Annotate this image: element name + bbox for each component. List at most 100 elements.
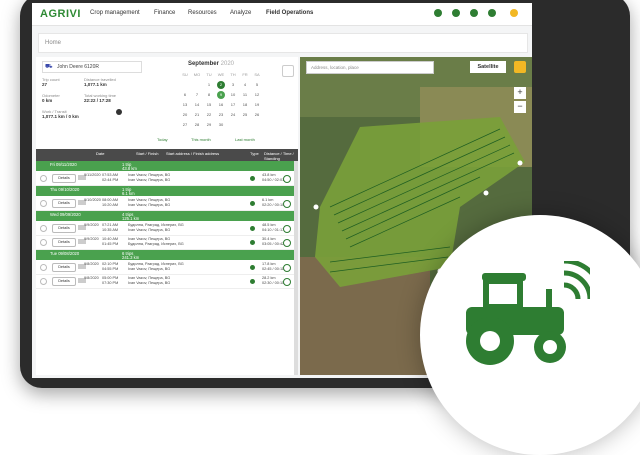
table-row[interactable]: Details 9/8/2020 02:10 PM 04:55 PM Будил… (36, 261, 294, 275)
calendar-day[interactable]: 3 (229, 81, 237, 89)
group-date: Thu 09/10/2020 (50, 187, 80, 192)
nav-resources[interactable]: Resources (188, 10, 217, 16)
last-month-button[interactable]: Last month (235, 137, 255, 142)
header-start-finish: Start / Finish (136, 151, 159, 156)
row-time: 02:20 / 00:10 (262, 203, 285, 207)
table-row[interactable]: Details 9/9/2020 07:21 AM 10:35 AM Будил… (36, 222, 294, 236)
row-start-time: 10:40 AM (102, 237, 119, 241)
pegman-icon[interactable] (514, 61, 526, 73)
avatar[interactable] (510, 9, 518, 17)
table-row[interactable]: Details 9/8/2020 05:00 PM 07:30 PM Ivan … (36, 275, 294, 289)
details-button[interactable]: Details (52, 277, 76, 286)
calendar-day[interactable]: 16 (217, 101, 225, 109)
group-distance: 43.8 km (122, 166, 137, 171)
table-row[interactable]: Details 9/11/2020 07:53 AM 02:44 PM Ivan… (36, 172, 294, 186)
calendar-day[interactable]: 18 (241, 101, 249, 109)
chat-icon[interactable] (488, 9, 496, 17)
feature-badge (420, 215, 640, 455)
table-row[interactable]: Details 9/10/2020 08:00 AM 10:20 AM Ivan… (36, 197, 294, 211)
stat-value: 1,077.1 km (84, 82, 107, 87)
details-button[interactable]: Details (52, 199, 76, 208)
locate-icon[interactable] (283, 264, 291, 272)
this-month-button[interactable]: This month (191, 137, 211, 142)
nav-crop-management[interactable]: Crop management (90, 10, 140, 16)
trip-group-header[interactable]: Fri 09/11/2020 1 trip 43.8 km (36, 161, 294, 171)
table-row[interactable]: Details 9/9/2020 10:40 AM 01:45 PM Ivan … (36, 236, 294, 250)
trip-type-icon (250, 265, 255, 270)
map-layer-select[interactable]: Satellite (470, 61, 506, 73)
calendar-day[interactable]: 26 (253, 111, 261, 119)
calendar-day[interactable]: 30 (217, 121, 225, 129)
details-button[interactable]: Details (52, 263, 76, 272)
row-distance: 28.2 km (262, 276, 276, 280)
row-start-address: Ivan Vazov, Пещера, BG (128, 237, 171, 241)
map-search-input[interactable]: Address, location, place (306, 61, 434, 74)
calendar-month: September (187, 61, 219, 67)
calendar-day[interactable]: 28 (193, 121, 201, 129)
calendar-day[interactable]: 1 (205, 81, 213, 89)
calendar-day[interactable]: 5 (253, 81, 261, 89)
row-date: 9/10/2020 (84, 198, 101, 202)
weekday-label: TH (230, 72, 236, 77)
calendar-day[interactable]: 17 (229, 101, 237, 109)
row-time: 02:30 / 00:15 (262, 281, 285, 285)
calendar-day[interactable]: 8 (205, 91, 213, 99)
calendar-day[interactable]: 23 (217, 111, 225, 119)
group-distance: 6.1 km (122, 191, 135, 196)
row-distance: 17.8 km (262, 262, 276, 266)
zoom-out-button[interactable]: − (514, 101, 526, 113)
row-checkbox[interactable] (40, 175, 47, 182)
calendar-day[interactable]: 24 (229, 111, 237, 119)
help-icon[interactable] (434, 9, 442, 17)
calendar-day[interactable]: 10 (229, 91, 237, 99)
bell-icon[interactable] (470, 9, 478, 17)
row-checkbox[interactable] (40, 278, 47, 285)
calendar-icon[interactable] (452, 9, 460, 17)
calendar-day[interactable]: 13 (181, 101, 189, 109)
calendar-day[interactable]: 15 (205, 101, 213, 109)
calendar-day[interactable]: 9 (217, 91, 225, 99)
calendar-day[interactable]: 21 (193, 111, 201, 119)
zoom-in-button[interactable]: + (514, 87, 526, 99)
nav-field-operations[interactable]: Field Operations (266, 10, 313, 16)
calendar-day[interactable]: 6 (181, 91, 189, 99)
stat-value: 0 km (42, 98, 53, 103)
today-button[interactable]: Today (157, 137, 168, 142)
calendar-day[interactable]: 2 (217, 81, 225, 89)
info-icon[interactable] (116, 109, 122, 115)
row-finish-time: 10:35 AM (102, 228, 119, 232)
trip-group-header[interactable]: Thu 09/10/2020 1 trip 6.1 km (36, 186, 294, 196)
calendar-day[interactable]: 27 (181, 121, 189, 129)
calendar-day[interactable]: 19 (253, 101, 261, 109)
details-button[interactable]: Details (52, 224, 76, 233)
row-checkbox[interactable] (40, 225, 47, 232)
locate-icon[interactable] (283, 200, 291, 208)
calendar-day[interactable]: 25 (241, 111, 249, 119)
nav-finance[interactable]: Finance (154, 10, 175, 16)
locate-icon[interactable] (283, 175, 291, 183)
row-distance: 43.8 km (262, 173, 276, 177)
weekday-label: SA (254, 72, 260, 77)
trip-group-header[interactable]: Tue 09/08/2020 6 trips 241.3 km (36, 250, 294, 260)
calendar-day[interactable]: 11 (241, 91, 249, 99)
table-scrollbar[interactable] (294, 161, 298, 375)
calendar-day[interactable]: 20 (181, 111, 189, 119)
calendar-day[interactable]: 12 (253, 91, 261, 99)
vehicle-select[interactable]: ⛟ John Deere 6120R (42, 61, 142, 73)
locate-icon[interactable] (283, 225, 291, 233)
locate-icon[interactable] (283, 239, 291, 247)
calendar-day[interactable]: 29 (205, 121, 213, 129)
row-checkbox[interactable] (40, 200, 47, 207)
calendar-day[interactable]: 4 (241, 81, 249, 89)
details-button[interactable]: Details (52, 174, 76, 183)
locate-icon[interactable] (283, 278, 291, 286)
row-checkbox[interactable] (40, 239, 47, 246)
nav-analyze[interactable]: Analyze (230, 10, 251, 16)
calendar-day[interactable]: 22 (205, 111, 213, 119)
calendar-day[interactable]: 7 (193, 91, 201, 99)
details-button[interactable]: Details (52, 238, 76, 247)
trip-group-header[interactable]: Wed 09/09/2020 4 trips 125.1 km (36, 211, 294, 221)
collapse-button[interactable] (282, 65, 294, 77)
row-checkbox[interactable] (40, 264, 47, 271)
calendar-day[interactable]: 14 (193, 101, 201, 109)
